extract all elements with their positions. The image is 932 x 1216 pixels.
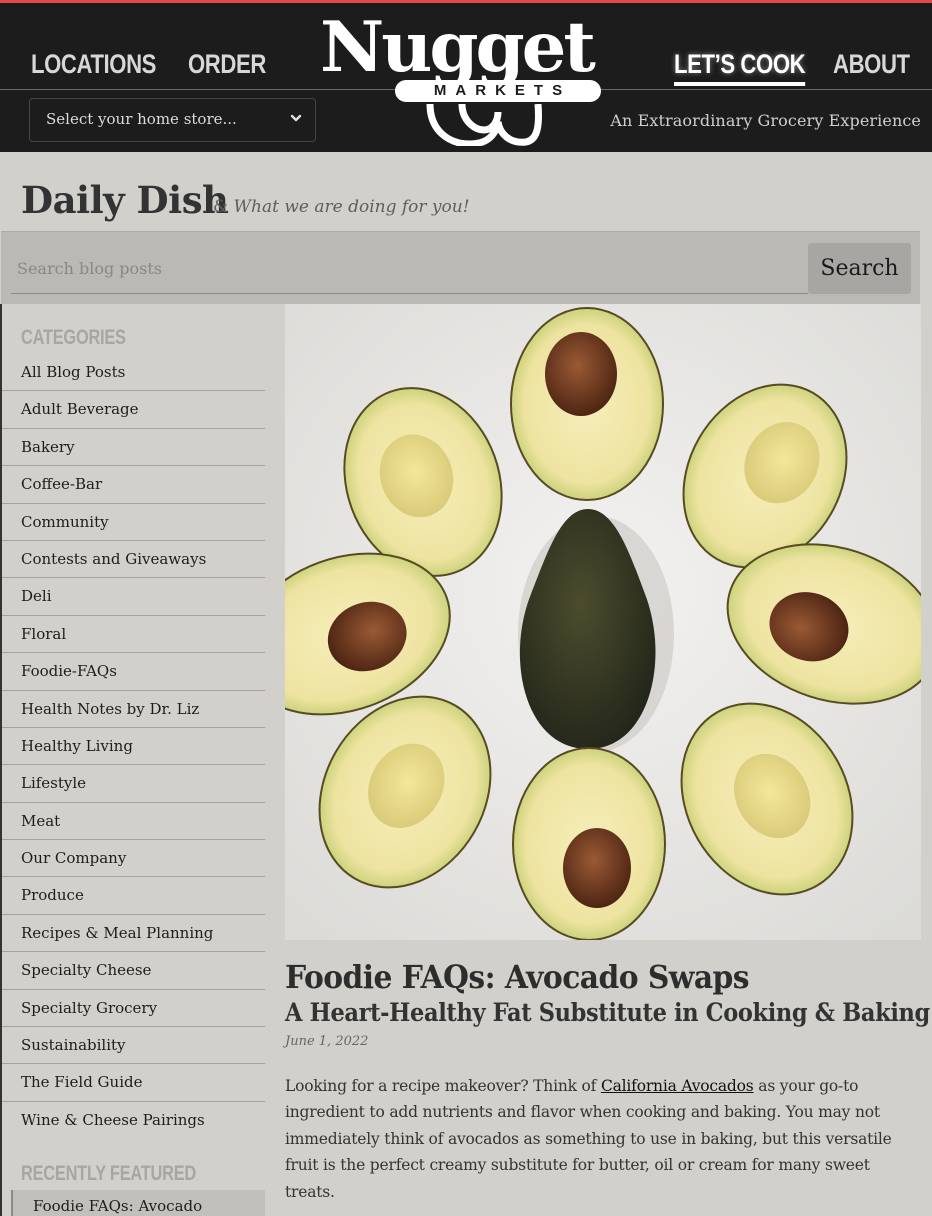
category-item[interactable]: Recipes & Meal Planning	[2, 915, 265, 953]
logo-wordmark: Nugget	[320, 7, 596, 88]
search-button[interactable]: Search	[808, 243, 911, 294]
article-hero-image[interactable]	[285, 304, 921, 940]
category-item[interactable]: Wine & Cheese Pairings	[2, 1102, 265, 1139]
category-item[interactable]: The Field Guide	[2, 1064, 265, 1102]
nav-lets-cook[interactable]: LET’S COOK	[674, 49, 806, 86]
california-avocados-link[interactable]: California Avocados	[601, 1077, 754, 1095]
article-text-after: as your go-to ingredient to add nutrient…	[285, 1077, 892, 1201]
category-item[interactable]: Coffee-Bar	[2, 466, 265, 504]
category-item[interactable]: Sustainability	[2, 1027, 265, 1065]
article-date: June 1, 2022	[285, 1034, 369, 1049]
article-excerpt: Looking for a recipe makeover? Think of …	[285, 1073, 911, 1205]
category-list: All Blog Posts Adult Beverage Bakery Cof…	[2, 354, 265, 1139]
logo-swash-icon	[426, 104, 542, 146]
tagline: An Extraordinary Grocery Experience	[610, 111, 921, 130]
nav-order[interactable]: ORDER	[188, 49, 266, 80]
logo-pill: MARKETS	[395, 80, 601, 102]
article-subtitle: A Heart-Healthy Fat Substitute in Cookin…	[285, 998, 930, 1027]
page-subtitle-amp: &	[213, 197, 229, 217]
site-header: LOCATIONS ORDER LET’S COOK ABOUT Nugget …	[0, 3, 932, 152]
blog-search-input[interactable]	[11, 243, 808, 294]
category-item[interactable]: Foodie-FAQs	[2, 653, 265, 691]
category-item[interactable]: Adult Beverage	[2, 391, 265, 429]
recent-post-item[interactable]: Foodie FAQs: Avocado	[11, 1190, 265, 1216]
category-item[interactable]: Our Company	[2, 840, 265, 878]
category-item[interactable]: Contests and Giveaways	[2, 541, 265, 579]
article-title[interactable]: Foodie FAQs: Avocado Swaps	[285, 958, 750, 996]
nugget-markets-logo[interactable]: Nugget MARKETS	[318, 7, 604, 146]
category-item[interactable]: All Blog Posts	[2, 354, 265, 392]
category-item[interactable]: Health Notes by Dr. Liz	[2, 691, 265, 728]
category-item[interactable]: Community	[2, 504, 265, 541]
sidebar: CATEGORIES All Blog Posts Adult Beverage…	[0, 304, 285, 1216]
avocado-photo	[285, 304, 921, 940]
category-item[interactable]: Bakery	[2, 429, 265, 467]
category-item[interactable]: Floral	[2, 616, 265, 654]
chevron-down-icon	[290, 114, 302, 122]
home-store-select[interactable]: Select your home store...	[29, 98, 316, 142]
logo-sub: MARKETS	[433, 82, 572, 99]
category-item[interactable]: Specialty Grocery	[2, 990, 265, 1028]
blog-search-bar: Search	[1, 231, 920, 304]
nav-locations[interactable]: LOCATIONS	[31, 49, 156, 80]
category-item[interactable]: Meat	[2, 803, 265, 841]
category-item[interactable]: Lifestyle	[2, 765, 265, 803]
category-item[interactable]: Specialty Cheese	[2, 952, 265, 990]
page-title: Daily Dish	[21, 178, 229, 222]
category-item[interactable]: Deli	[2, 578, 265, 616]
home-store-select-placeholder: Select your home store...	[46, 110, 237, 128]
categories-heading: CATEGORIES	[21, 326, 126, 349]
article-text-before: Looking for a recipe makeover? Think of	[285, 1077, 601, 1095]
category-item[interactable]: Healthy Living	[2, 728, 265, 766]
nav-about[interactable]: ABOUT	[833, 49, 910, 80]
page-subtitle-text: What we are doing for you!	[233, 197, 470, 217]
recently-featured-heading: RECENTLY FEATURED	[21, 1162, 197, 1185]
page-subtitle: & What we are doing for you!	[213, 197, 470, 217]
category-item[interactable]: Produce	[2, 877, 265, 915]
